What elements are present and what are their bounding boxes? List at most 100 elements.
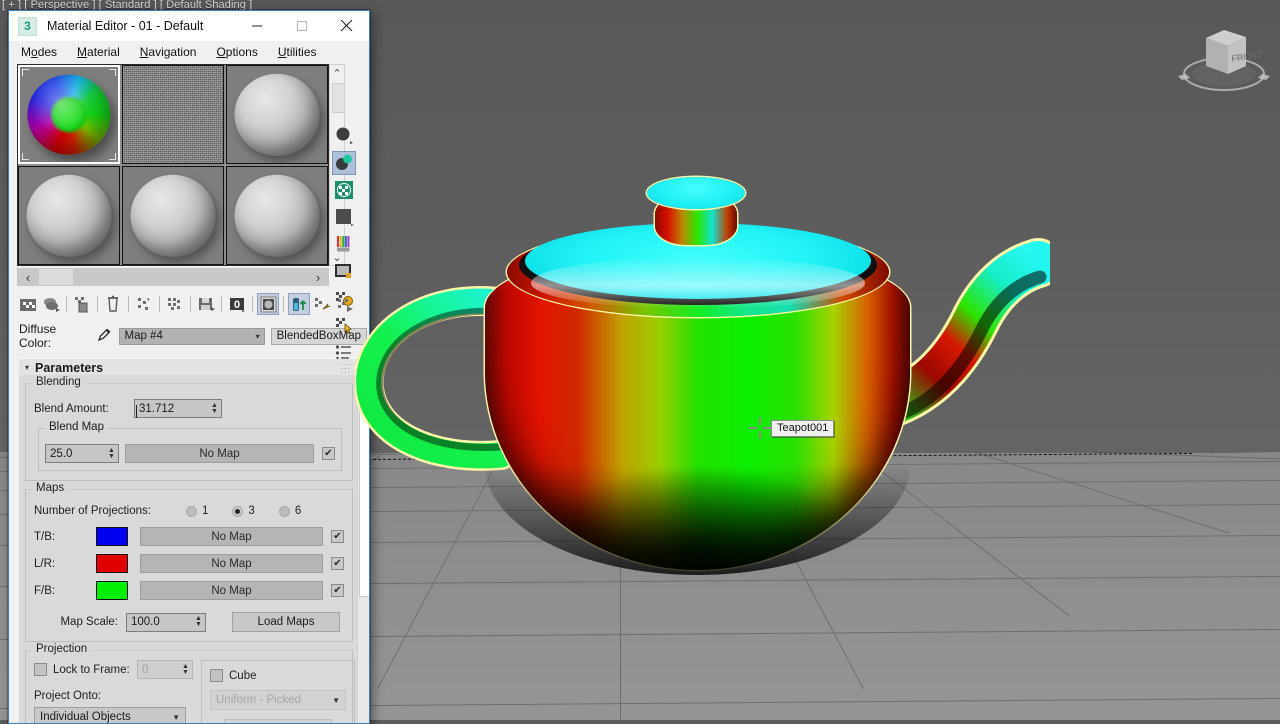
show-end-result-icon[interactable] [288,293,310,315]
load-maps-button[interactable]: Load Maps [232,612,340,632]
blend-amount-label: Blend Amount: [34,403,134,415]
scroll-right-icon[interactable]: › [307,268,329,286]
sample-slot-2[interactable] [122,65,224,164]
teapot-object[interactable] [355,165,1055,585]
go-forward-to-sibling-icon[interactable] [334,293,356,315]
put-material-to-scene-icon[interactable] [40,293,62,315]
menu-utilities[interactable]: Utilities [278,45,317,59]
make-material-copy-icon[interactable] [133,293,155,315]
toolbar-separator [97,296,98,312]
get-material-icon[interactable] [17,293,39,315]
background-checker-icon[interactable] [332,178,356,202]
sample-slots-area[interactable]: ⌃ ⌄ [17,64,361,266]
reset-map-icon[interactable] [102,293,124,315]
sample-uv-tiling-icon[interactable] [332,205,356,229]
material-id-channel-icon[interactable]: 0 [226,293,248,315]
scroll-left-icon[interactable]: ‹ [17,268,39,286]
spinner-arrows-icon[interactable]: ▲▼ [192,614,205,631]
spinner-arrows-icon[interactable]: ▲▼ [105,445,118,462]
menu-options[interactable]: Options [216,45,257,59]
make-unique-icon[interactable] [164,293,186,315]
make-preview-icon[interactable] [332,259,356,283]
maximize-button[interactable] [279,11,324,40]
sample-options-toolbar[interactable] [331,124,357,364]
select-by-material-icon[interactable] [332,313,356,337]
blend-map-spinner[interactable]: 25.0 ▲▼ [45,444,119,463]
spinner-arrows-icon[interactable]: ▲▼ [179,661,192,678]
sample-slot-1[interactable] [18,65,120,164]
material-editor-window[interactable]: 3 Material Editor - 01 - Default Modes M… [8,10,370,724]
assign-material-to-selection-icon[interactable] [71,293,93,315]
chevron-down-icon: ▼ [172,713,180,722]
minimize-button[interactable] [234,11,279,40]
scroll-up-icon[interactable]: ⌃ [330,65,344,81]
eyedropper-icon[interactable] [96,326,113,346]
blend-map-button[interactable]: No Map [125,444,314,463]
lock-to-frame-value[interactable]: 0 [138,664,179,676]
blend-map-value[interactable]: 25.0 [46,448,105,460]
diffuse-color-row[interactable]: Diffuse Color: Map #4 ▾ BlendedBoxMap [19,322,367,350]
tb-color-swatch[interactable] [96,527,128,546]
cube-mode-dropdown[interactable]: Uniform - Picked ▼ [210,690,346,710]
show-shaded-material-in-viewport-icon[interactable] [257,293,279,315]
cube-checkbox[interactable]: ✔ [210,669,223,682]
menu-modes[interactable]: Modes [21,45,57,59]
spinner-arrows-icon[interactable]: ▲▼ [208,400,221,417]
blend-amount-value[interactable]: 31.712 [135,403,208,415]
lr-map-button[interactable]: No Map [140,554,323,573]
menu-material[interactable]: Material [77,45,120,59]
video-color-check-icon[interactable] [332,232,356,256]
parameters-panel[interactable]: Blending Blend Amount: 31.712 ▲▼ Blend M… [19,375,359,723]
material-toolbar[interactable]: 0 [17,292,361,316]
menu-navigation[interactable]: Navigation [140,45,197,59]
blend-map-checkbox[interactable]: ✔ [322,447,335,460]
radio-1-icon[interactable] [186,506,197,517]
sample-slots-grid[interactable] [17,64,329,266]
tb-checkbox[interactable]: ✔ [331,530,344,543]
project-onto-dropdown[interactable]: Individual Objects ▼ [34,707,186,723]
sample-slot-6[interactable] [226,166,328,265]
lock-to-frame-checkbox[interactable]: ✔ [34,663,47,676]
go-to-parent-icon[interactable] [311,293,333,315]
viewcube[interactable]: FRONT [1176,12,1272,98]
projection-group: Projection ✔ Lock to Frame: 0 ▲▼ Project… [25,650,353,723]
rollout-collapse-icon[interactable]: ▾ [25,363,29,372]
projection-1-label: 1 [202,505,208,517]
lock-to-frame-spinner[interactable]: 0 ▲▼ [137,660,193,679]
sample-type-sphere-icon[interactable] [332,124,356,148]
slots-vscroll-thumb[interactable] [332,83,345,113]
projection-option-6[interactable]: 6 [279,505,301,517]
projection-option-3[interactable]: 3 [232,505,254,517]
close-button[interactable] [324,11,369,40]
slots-hscroll-thumb[interactable] [39,269,73,285]
fb-map-button[interactable]: No Map [140,581,323,600]
map-name-dropdown[interactable]: Map #4 ▾ [119,328,264,345]
put-to-library-icon[interactable] [195,293,217,315]
object-name-label: Teapot001 [771,420,834,437]
rollout-grip-icon[interactable]: :::::: [340,364,351,372]
fb-checkbox[interactable]: ✔ [331,584,344,597]
toolbar-separator [221,296,222,312]
material-map-navigator-icon[interactable] [332,340,356,364]
radio-3-icon[interactable] [232,506,243,517]
map-scale-value[interactable]: 100.0 [127,616,192,628]
parameters-rollout-header[interactable]: ▾ Parameters :::::: [19,358,357,376]
slots-horizontal-scrollbar[interactable]: ‹ › [17,268,329,286]
project-onto-row: Individual Objects ▼ [34,707,193,723]
sample-slot-4[interactable] [18,166,120,265]
tb-map-button[interactable]: No Map [140,527,323,546]
lr-checkbox[interactable]: ✔ [331,557,344,570]
sample-slot-3[interactable] [226,65,328,164]
projection-option-1[interactable]: 1 [186,505,208,517]
blend-amount-spinner[interactable]: 31.712 ▲▼ [134,399,222,418]
sample-slot-5[interactable] [122,166,224,265]
lr-color-swatch[interactable] [96,554,128,573]
radio-6-icon[interactable] [279,506,290,517]
maps-group: Maps Number of Projections: 1 3 6 T/B: [25,489,353,642]
map-scale-spinner[interactable]: 100.0 ▲▼ [126,613,206,632]
fb-color-swatch[interactable] [96,581,128,600]
title-bar[interactable]: 3 Material Editor - 01 - Default [9,11,369,41]
map-scale-row: Map Scale: 100.0 ▲▼ Load Maps [34,612,344,632]
backlight-icon[interactable] [332,151,356,175]
menu-bar[interactable]: Modes Material Navigation Options Utilit… [9,41,369,62]
